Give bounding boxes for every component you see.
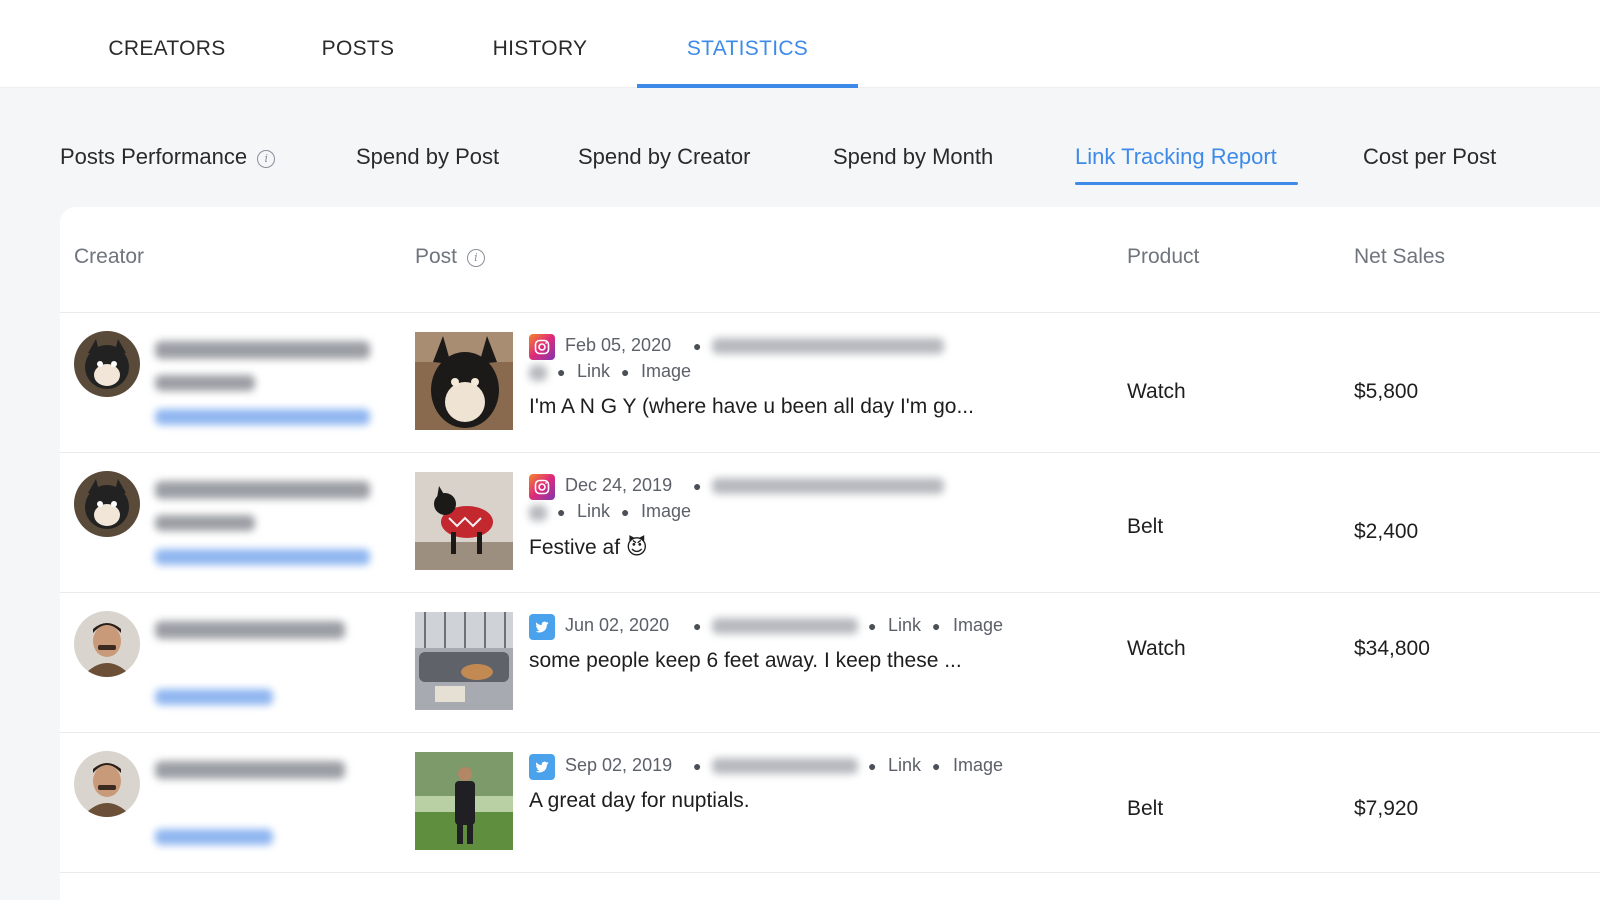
table-row[interactable]: Sep 02, 2019 ● ● Link ● Image A great da…	[60, 733, 1600, 873]
column-header-post[interactable]: Post i	[415, 245, 485, 269]
post-thumbnail[interactable]	[415, 332, 513, 430]
avatar[interactable]	[74, 471, 140, 537]
blurred-creator-handle[interactable]	[155, 409, 370, 425]
info-icon[interactable]: i	[257, 150, 276, 168]
net-sales-cell: $34,800	[1354, 637, 1430, 660]
avatar[interactable]	[74, 331, 140, 397]
blurred-creator-handle[interactable]	[155, 689, 273, 705]
blurred-account-name	[712, 338, 944, 354]
separator-dot: ●	[693, 618, 702, 634]
blurred-account-name	[712, 478, 944, 494]
subtab-spend-by-post[interactable]: Spend by Post	[356, 144, 499, 170]
product-cell: Belt	[1127, 515, 1164, 538]
table-row[interactable]: Dec 24, 2019 ● ● Link ● Image Festive af…	[60, 453, 1600, 593]
tab-creators[interactable]: CREATORS	[90, 0, 244, 88]
net-sales-cell: $2,400	[1354, 520, 1419, 543]
separator-dot: ●	[557, 504, 566, 520]
post-media-type: Image	[641, 361, 692, 381]
blurred-creator-handle[interactable]	[155, 829, 273, 845]
blurred-creator-name	[155, 761, 345, 779]
post-thumbnail[interactable]	[415, 472, 513, 570]
tab-posts[interactable]: POSTS	[290, 0, 426, 88]
separator-dot: ●	[557, 364, 566, 380]
tab-statistics[interactable]: STATISTICS	[637, 0, 858, 88]
separator-dot: ●	[932, 618, 941, 634]
post-date: Dec 24, 2019	[565, 475, 673, 495]
table-row[interactable]: Feb 05, 2020 ● ● Link ● Image I'm A N G …	[60, 313, 1600, 453]
subtab-cost-per-post[interactable]: Cost per Post	[1363, 144, 1496, 170]
post-media-type: Image	[953, 755, 1004, 775]
table-header: Creator Post i Product Net Sales	[60, 207, 1600, 313]
blurred-creator-name	[155, 375, 255, 391]
post-caption[interactable]: A great day for nuptials.	[529, 789, 750, 813]
blurred-creator-name	[155, 481, 370, 499]
column-header-creator[interactable]: Creator	[74, 245, 144, 269]
subtab-link-tracking-report[interactable]: Link Tracking Report	[1075, 144, 1277, 170]
post-date: Sep 02, 2019	[565, 755, 673, 775]
subtab-spend-by-month[interactable]: Spend by Month	[833, 144, 993, 170]
instagram-icon	[529, 334, 555, 360]
blurred-creator-name	[155, 341, 370, 359]
separator-dot: ●	[621, 364, 630, 380]
active-subtab-indicator	[1075, 182, 1298, 185]
separator-dot: ●	[621, 504, 630, 520]
avatar[interactable]	[74, 751, 140, 817]
post-link-label[interactable]: Link	[888, 755, 921, 776]
table-row[interactable]: Jun 02, 2020 ● ● Link ● Image some peopl…	[60, 593, 1600, 733]
main-tab-bar: CREATORS POSTS HISTORY STATISTICS	[0, 0, 1600, 88]
tab-history[interactable]: HISTORY	[462, 0, 618, 88]
post-caption[interactable]: Festive af 😈	[529, 535, 648, 560]
link-tracking-table: Creator Post i Product Net Sales Feb 05,…	[60, 207, 1600, 900]
separator-dot: ●	[868, 758, 877, 774]
separator-dot: ●	[693, 478, 702, 494]
post-link-label[interactable]: Link	[577, 361, 610, 382]
instagram-icon	[529, 474, 555, 500]
net-sales-cell: $5,800	[1354, 380, 1419, 403]
column-header-post-label: Post	[415, 245, 458, 268]
post-caption[interactable]: I'm A N G Y (where have u been all day I…	[529, 395, 974, 419]
blurred-account-name	[712, 758, 858, 774]
post-media-type: Image	[641, 501, 692, 521]
blurred-account-name	[712, 618, 858, 634]
blurred-tag	[529, 505, 547, 521]
post-date: Feb 05, 2020	[565, 335, 672, 355]
separator-dot: ●	[868, 618, 877, 634]
product-cell: Watch	[1127, 637, 1186, 660]
post-link-label[interactable]: Link	[888, 615, 921, 636]
active-tab-indicator	[637, 84, 858, 88]
report-tab-bar: Posts Performance i Spend by Post Spend …	[0, 130, 1600, 190]
info-icon[interactable]: i	[466, 249, 485, 267]
net-sales-cell: $7,920	[1354, 797, 1419, 820]
subtab-label: Posts Performance	[60, 144, 248, 169]
subtab-spend-by-creator[interactable]: Spend by Creator	[578, 144, 750, 170]
post-media-type: Image	[953, 615, 1004, 635]
separator-dot: ●	[693, 758, 702, 774]
post-thumbnail[interactable]	[415, 752, 513, 850]
subtab-posts-performance[interactable]: Posts Performance i	[60, 144, 276, 170]
post-caption[interactable]: some people keep 6 feet away. I keep the…	[529, 649, 962, 673]
blurred-creator-name	[155, 515, 255, 531]
blurred-tag	[529, 365, 547, 381]
separator-dot: ●	[932, 758, 941, 774]
blurred-creator-name	[155, 621, 345, 639]
separator-dot: ●	[693, 338, 702, 354]
twitter-icon	[529, 754, 555, 780]
blurred-creator-handle[interactable]	[155, 549, 370, 565]
product-cell: Belt	[1127, 797, 1164, 820]
post-date: Jun 02, 2020	[565, 615, 670, 635]
twitter-icon	[529, 614, 555, 640]
post-link-label[interactable]: Link	[577, 501, 610, 522]
column-header-net-sales[interactable]: Net Sales	[1354, 245, 1445, 269]
column-header-product[interactable]: Product	[1127, 245, 1199, 269]
product-cell: Watch	[1127, 380, 1186, 403]
post-thumbnail[interactable]	[415, 612, 513, 710]
avatar[interactable]	[74, 611, 140, 677]
